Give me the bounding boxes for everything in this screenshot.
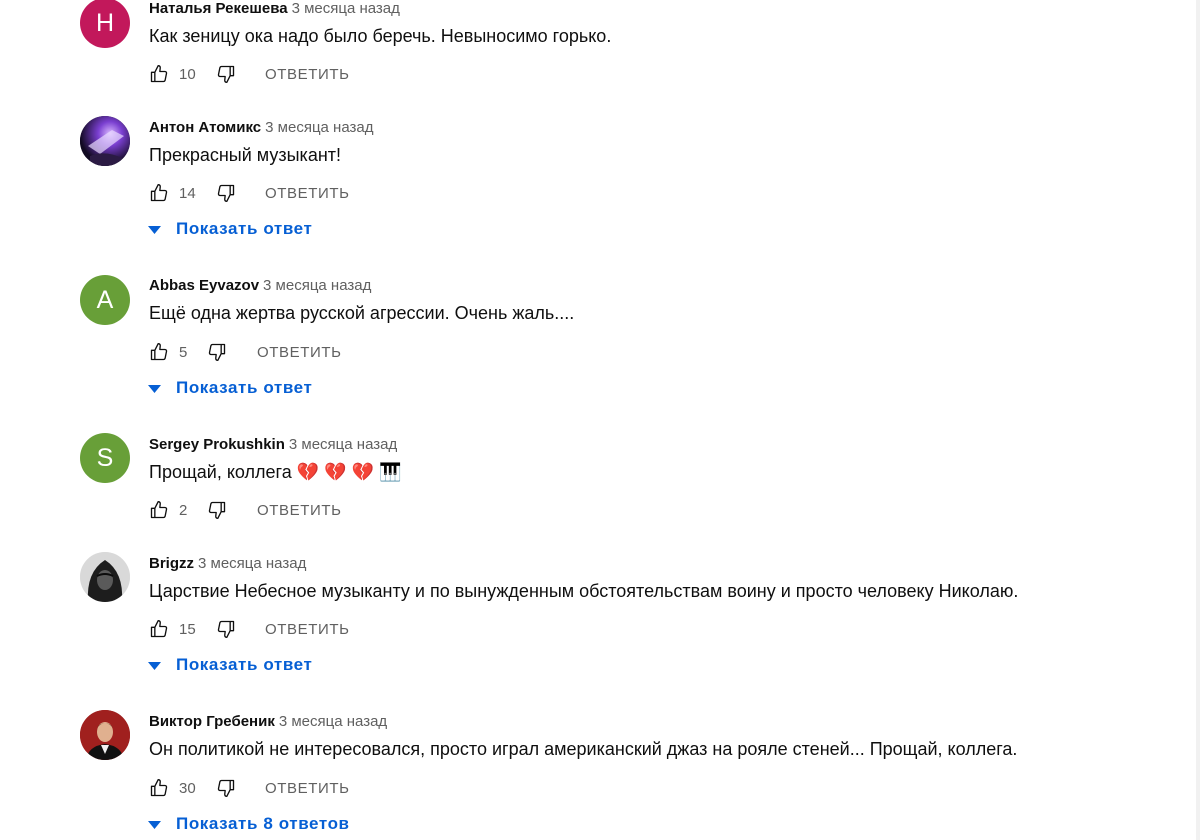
reply-button[interactable]: ОТВЕТИТЬ bbox=[257, 502, 342, 519]
dislike-icon[interactable] bbox=[216, 183, 236, 203]
reply-button[interactable]: ОТВЕТИТЬ bbox=[265, 66, 350, 83]
like-count: 2 bbox=[179, 502, 188, 519]
like-icon[interactable] bbox=[149, 619, 169, 639]
like-icon[interactable] bbox=[149, 342, 169, 362]
avatar[interactable]: A bbox=[80, 275, 130, 325]
comment-text: Царствие Небесное музыканту и по вынужде… bbox=[149, 581, 1019, 601]
comment-time[interactable]: 3 месяца назад bbox=[198, 555, 306, 572]
dislike-icon[interactable] bbox=[216, 619, 236, 639]
avatar-letter: S bbox=[96, 443, 114, 472]
avatar[interactable]: S bbox=[80, 433, 130, 483]
avatar[interactable] bbox=[80, 710, 130, 760]
like-icon[interactable] bbox=[149, 500, 169, 520]
like-count: 14 bbox=[179, 185, 196, 202]
author-name[interactable]: Brigzz bbox=[149, 555, 194, 572]
scrollbar[interactable] bbox=[1196, 0, 1200, 840]
author-name[interactable]: Abbas Eyvazov bbox=[149, 277, 259, 294]
comment-time[interactable]: 3 месяца назад bbox=[265, 119, 373, 136]
comment-text: Прощай, коллега 💔 💔 💔 🎹 bbox=[149, 462, 402, 482]
comment-time[interactable]: 3 месяца назад bbox=[289, 436, 397, 453]
author-name[interactable]: Sergey Prokushkin bbox=[149, 436, 285, 453]
caret-down-icon bbox=[148, 385, 161, 393]
comment-text: Как зеницу ока надо было беречь. Невынос… bbox=[149, 26, 612, 46]
caret-down-icon bbox=[148, 226, 161, 234]
author-name[interactable]: Антон Атомикс bbox=[149, 119, 261, 136]
like-count: 30 bbox=[179, 780, 196, 797]
purple-light-photo-icon bbox=[80, 116, 130, 166]
comment-header: Виктор Гребеник 3 месяца назад bbox=[149, 713, 387, 731]
avatar[interactable] bbox=[80, 116, 130, 166]
reply-button[interactable]: ОТВЕТИТЬ bbox=[265, 185, 350, 202]
comment-text: Ещё одна жертва русской агрессии. Очень … bbox=[149, 303, 575, 323]
hooded-figure-photo-icon bbox=[80, 552, 130, 602]
comment-header: Abbas Eyvazov 3 месяца назад bbox=[149, 277, 371, 295]
avatar[interactable]: Н bbox=[80, 0, 130, 48]
comment-header: Brigzz 3 месяца назад bbox=[149, 555, 306, 573]
like-count: 5 bbox=[179, 344, 188, 361]
reply-button[interactable]: ОТВЕТИТЬ bbox=[265, 780, 350, 797]
reply-button[interactable]: ОТВЕТИТЬ bbox=[265, 621, 350, 638]
dislike-icon[interactable] bbox=[207, 342, 227, 362]
reply-button[interactable]: ОТВЕТИТЬ bbox=[257, 344, 342, 361]
show-replies-label: Показать ответ bbox=[176, 378, 313, 397]
comment-text: Прекрасный музыкант! bbox=[149, 145, 342, 165]
like-count: 10 bbox=[179, 66, 196, 83]
man-in-suit-photo-icon bbox=[80, 710, 130, 760]
show-replies-label: Показать ответ bbox=[176, 219, 313, 238]
comment-text: Он политикой не интересовался, просто иг… bbox=[149, 739, 1018, 759]
dislike-icon[interactable] bbox=[216, 64, 236, 84]
dislike-icon[interactable] bbox=[207, 500, 227, 520]
show-replies-label: Показать 8 ответов bbox=[176, 814, 350, 833]
caret-down-icon bbox=[148, 821, 161, 829]
like-icon[interactable] bbox=[149, 778, 169, 798]
author-name[interactable]: Виктор Гребеник bbox=[149, 713, 275, 730]
like-icon[interactable] bbox=[149, 64, 169, 84]
caret-down-icon bbox=[148, 662, 161, 670]
comment-header: Наталья Рекешева 3 месяца назад bbox=[149, 0, 400, 18]
show-replies-label: Показать ответ bbox=[176, 655, 313, 674]
dislike-icon[interactable] bbox=[216, 778, 236, 798]
avatar-letter: Н bbox=[95, 8, 115, 37]
comment-time[interactable]: 3 месяца назад bbox=[292, 0, 400, 17]
comment-header: Sergey Prokushkin 3 месяца назад bbox=[149, 436, 397, 454]
comment-time[interactable]: 3 месяца назад bbox=[279, 713, 387, 730]
avatar-letter: A bbox=[96, 285, 114, 314]
comment-header: Антон Атомикс 3 месяца назад bbox=[149, 119, 373, 137]
author-name[interactable]: Наталья Рекешева bbox=[149, 0, 288, 17]
comment-time[interactable]: 3 месяца назад bbox=[263, 277, 371, 294]
like-icon[interactable] bbox=[149, 183, 169, 203]
avatar[interactable] bbox=[80, 552, 130, 602]
like-count: 15 bbox=[179, 621, 196, 638]
